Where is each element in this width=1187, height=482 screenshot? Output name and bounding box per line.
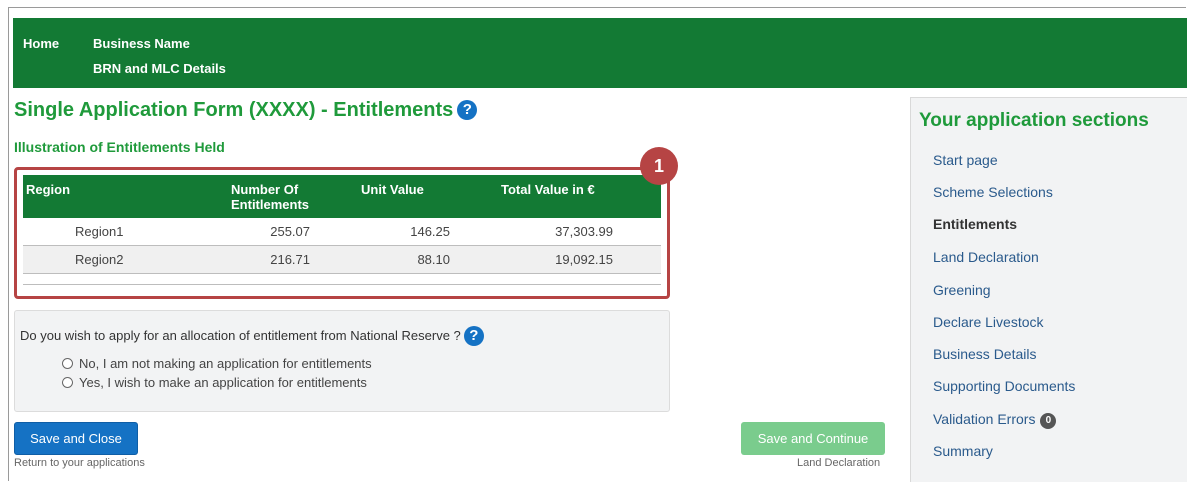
table-header-row: Region Number Of Entitlements Unit Value… — [23, 175, 661, 218]
table-divider — [23, 284, 661, 285]
cell-unit-value: 146.25 — [358, 218, 498, 246]
nav-home-link[interactable]: Home — [23, 36, 59, 51]
radio-unchecked-icon[interactable] — [62, 377, 73, 388]
cell-region: Region2 — [23, 245, 228, 274]
save-and-continue-button[interactable]: Save and Continue — [741, 422, 885, 455]
national-reserve-question-text: Do you wish to apply for an allocation o… — [20, 328, 461, 343]
section-subtitle: Illustration of Entitlements Held — [14, 139, 225, 155]
page-title-text: Single Application Form (XXXX) - Entitle… — [14, 99, 454, 121]
page-title: Single Application Form (XXXX) - Entitle… — [14, 99, 478, 122]
sidebar-item-declare-livestock[interactable]: Declare Livestock — [933, 314, 1044, 330]
sidebar-item-greening[interactable]: Greening — [933, 282, 991, 298]
return-to-applications-link[interactable]: Return to your applications — [14, 457, 145, 469]
sidebar-item-entitlements[interactable]: Entitlements — [933, 216, 1017, 232]
sidebar-item-business-details[interactable]: Business Details — [933, 346, 1037, 362]
question-circle-icon[interactable]: ? — [463, 326, 484, 346]
next-section-label: Land Declaration — [797, 457, 881, 469]
sidebar-item-start-page[interactable]: Start page — [933, 152, 998, 168]
radio-option-yes-label[interactable]: Yes, I wish to make an application for e… — [79, 375, 367, 390]
sidebar-item-summary[interactable]: Summary — [933, 443, 993, 459]
cell-number-of-entitlements: 255.07 — [228, 218, 358, 246]
national-reserve-question: Do you wish to apply for an allocation o… — [20, 326, 484, 346]
cell-region: Region1 — [23, 218, 228, 246]
column-header-unit-value: Unit Value — [358, 175, 498, 218]
radio-option-no[interactable]: No, I am not making an application for e… — [62, 356, 372, 371]
cell-total-value: 37,303.99 — [498, 218, 661, 246]
save-and-close-button[interactable]: Save and Close — [14, 422, 138, 455]
cell-number-of-entitlements: 216.71 — [228, 245, 358, 274]
radio-unchecked-icon[interactable] — [62, 358, 73, 369]
radio-option-no-label[interactable]: No, I am not making an application for e… — [79, 356, 372, 371]
column-header-total-value: Total Value in € — [498, 175, 661, 218]
nav-business-name-link[interactable]: Business Name — [93, 36, 190, 51]
question-circle-icon[interactable]: ? — [457, 100, 478, 120]
sidebar-title: Your application sections — [919, 110, 1149, 131]
cell-unit-value: 88.10 — [358, 245, 498, 274]
column-header-number-of-entitlements: Number Of Entitlements — [228, 175, 358, 218]
sidebar-item-scheme-selections[interactable]: Scheme Selections — [933, 184, 1053, 200]
cell-total-value: 19,092.15 — [498, 245, 661, 274]
top-nav-bar — [13, 18, 1187, 88]
entitlements-table: Region Number Of Entitlements Unit Value… — [23, 175, 661, 274]
column-header-region: Region — [23, 175, 228, 218]
table-row: Region2 216.71 88.10 19,092.15 — [23, 245, 661, 274]
table-row: Region1 255.07 146.25 37,303.99 — [23, 218, 661, 246]
sidebar-item-validation-errors[interactable]: Validation Errors 0 — [933, 411, 1057, 429]
sidebar-item-land-declaration[interactable]: Land Declaration — [933, 249, 1039, 265]
sidebar-item-label: Validation Errors — [933, 411, 1036, 427]
error-count-badge: 0 — [1040, 413, 1057, 429]
nav-brn-mlc-link[interactable]: BRN and MLC Details — [93, 61, 226, 76]
callout-number-badge: 1 — [640, 147, 678, 185]
radio-option-yes[interactable]: Yes, I wish to make an application for e… — [62, 375, 367, 390]
sidebar-item-supporting-documents[interactable]: Supporting Documents — [933, 378, 1075, 394]
